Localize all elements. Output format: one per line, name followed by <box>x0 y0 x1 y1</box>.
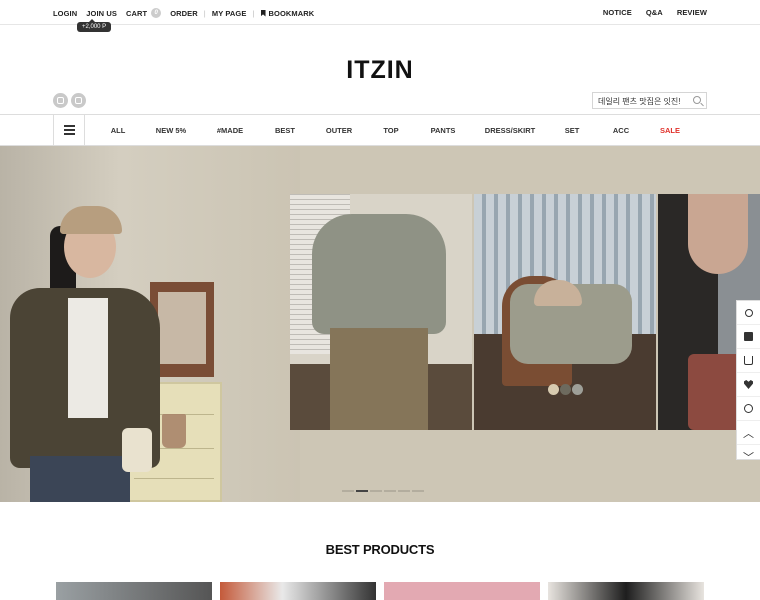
nav-dress-skirt[interactable]: DRESS/SKIRT <box>485 126 535 135</box>
quick-wishlist-button[interactable] <box>737 373 760 397</box>
nav-top[interactable]: TOP <box>383 126 398 135</box>
hero-photo-knit-zipup[interactable] <box>290 194 472 430</box>
instagram-icon[interactable] <box>53 93 68 108</box>
bookmark-icon <box>260 9 266 17</box>
cart-count-badge: 0 <box>151 8 162 18</box>
section-title: BEST PRODUCTS <box>325 542 435 557</box>
search-placeholder: 데일리 팬츠 맛집은 잇진! <box>598 97 681 106</box>
board-links: NOTICE Q&A REVIEW <box>589 8 707 17</box>
pager-dot[interactable] <box>398 490 410 492</box>
nav-all[interactable]: ALL <box>111 126 126 135</box>
mypage-link[interactable]: MY PAGE <box>212 9 247 18</box>
site-logo[interactable]: ITZIN <box>0 56 760 85</box>
quick-cart-button[interactable] <box>737 349 760 373</box>
truck-icon <box>744 332 753 341</box>
cart-icon <box>744 356 753 365</box>
search-icon[interactable] <box>693 96 701 104</box>
slide-pager[interactable] <box>342 490 426 492</box>
heart-icon <box>744 380 753 389</box>
quick-search-button[interactable] <box>737 301 760 325</box>
pager-dot-active[interactable] <box>356 490 368 492</box>
review-link[interactable]: REVIEW <box>677 8 707 17</box>
product-thumbnail[interactable] <box>548 582 704 600</box>
bookmark-label: BOOKMARK <box>268 8 315 18</box>
product-thumbnail[interactable] <box>56 582 212 600</box>
sns-links <box>53 93 89 108</box>
separator: | <box>252 8 255 18</box>
join-link[interactable]: JOIN US <box>86 9 117 18</box>
clock-icon <box>744 404 753 413</box>
notice-link[interactable]: NOTICE <box>603 8 632 17</box>
scroll-top-button[interactable]: ︿ <box>737 421 760 445</box>
signup-point-badge: +2,000 P <box>77 19 112 32</box>
quick-recent-button[interactable] <box>737 397 760 421</box>
search-icon <box>744 308 753 317</box>
top-utility-bar: LOGIN JOIN US CART 0 ORDER | MY PAGE | BO… <box>0 0 760 25</box>
separator: | <box>203 8 206 18</box>
quick-delivery-button[interactable] <box>737 325 760 349</box>
search-input[interactable]: 데일리 팬츠 맛집은 잇진! <box>592 92 707 109</box>
product-thumbnail[interactable] <box>384 582 540 600</box>
pager-dot[interactable] <box>370 490 382 492</box>
hero-banner[interactable] <box>0 146 760 502</box>
menu-icon[interactable] <box>53 115 85 145</box>
product-thumbnail[interactable] <box>220 582 376 600</box>
hero-left-photo <box>0 146 300 502</box>
quick-menu: ︿ ﹀ <box>736 300 760 464</box>
cart-link[interactable]: CART 0 <box>125 8 162 18</box>
nav-best[interactable]: BEST <box>275 126 295 135</box>
scroll-bottom-button[interactable]: ﹀ <box>737 445 760 469</box>
blog-icon[interactable] <box>71 93 86 108</box>
nav-new[interactable]: NEW 5% <box>156 126 186 135</box>
nav-pants[interactable]: PANTS <box>431 126 456 135</box>
cart-label: CART <box>125 8 148 18</box>
qna-link[interactable]: Q&A <box>646 8 663 17</box>
nav-outer[interactable]: OUTER <box>326 126 352 135</box>
pager-dot[interactable] <box>412 490 424 492</box>
bookmark-link[interactable]: BOOKMARK <box>260 8 315 18</box>
nav-acc[interactable]: ACC <box>613 126 629 135</box>
category-nav: ALL NEW 5% #MADE BEST OUTER TOP PANTS DR… <box>0 114 760 146</box>
pager-dot[interactable] <box>384 490 396 492</box>
nav-sale[interactable]: SALE <box>660 126 680 135</box>
nav-made[interactable]: #MADE <box>217 126 243 135</box>
order-link[interactable]: ORDER <box>170 9 198 18</box>
nav-set[interactable]: SET <box>565 126 580 135</box>
member-links: LOGIN JOIN US CART 0 ORDER | MY PAGE | BO… <box>53 8 323 18</box>
color-dots <box>548 384 584 395</box>
pager-dot[interactable] <box>342 490 354 492</box>
login-link[interactable]: LOGIN <box>53 9 77 18</box>
